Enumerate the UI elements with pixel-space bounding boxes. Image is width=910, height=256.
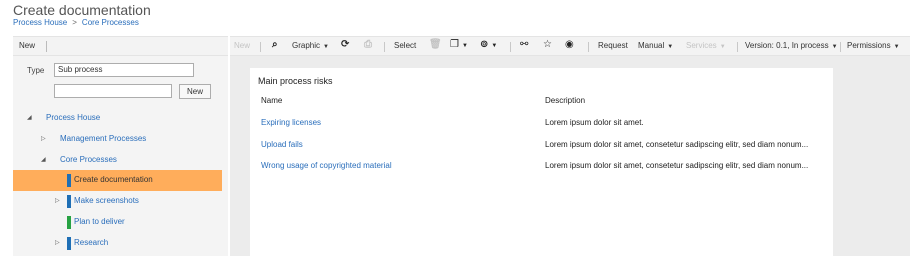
print-icon[interactable]: ⎙	[364, 39, 372, 50]
tree-item-make-screenshots[interactable]: ▷ Make screenshots	[13, 191, 228, 212]
tree-item-label: Core Processes	[60, 155, 117, 164]
services-dropdown[interactable]: Services ▼	[686, 41, 726, 50]
chevron-down-icon: ▼	[893, 44, 900, 50]
watch-icon[interactable]: ◉	[565, 39, 574, 50]
risk-link[interactable]: Expiring licenses	[261, 118, 321, 127]
collapsed-arrow-icon[interactable]: ▷	[55, 197, 60, 204]
process-color-marker	[67, 237, 71, 250]
version-label: Version: 0.1, In process	[745, 41, 829, 50]
toolbar-divider	[840, 42, 841, 52]
version-dropdown[interactable]: Version: 0.1, In process ▼	[745, 41, 838, 50]
expanded-arrow-icon[interactable]: ◢	[27, 114, 32, 121]
tree-item-create-documentation[interactable]: Create documentation	[13, 170, 222, 191]
main-toolbar: New ⌕ Graphic ▼ ⟳ ⎙ Select 🗑 ❐ ▼ ⊚ ▼ ⚯ ☆ ◉ …	[230, 36, 910, 56]
tree-item-plan-to-deliver[interactable]: Plan to deliver	[13, 212, 228, 233]
breadcrumb: Process House > Core Processes	[13, 18, 139, 27]
type-label: Type	[27, 66, 45, 75]
left-new-button[interactable]: New	[19, 41, 35, 50]
chevron-down-icon: ▼	[323, 44, 329, 50]
tree-item-core-processes[interactable]: ◢ Core Processes	[13, 150, 228, 171]
copy-icon[interactable]: ❐ ▼	[450, 39, 468, 50]
column-header-name: Name	[261, 96, 283, 105]
risk-description: Lorem ipsum dolor sit amet, consetetur s…	[545, 140, 809, 149]
breadcrumb-core-processes[interactable]: Core Processes	[82, 18, 139, 27]
process-color-marker	[67, 195, 71, 208]
left-pane: Type Sub process New ◢ Process House ▷ M…	[13, 56, 228, 256]
chevron-down-icon: ▼	[667, 44, 674, 50]
link-icon[interactable]: ⚯	[520, 39, 528, 50]
tree-item-research[interactable]: ▷ Research	[13, 233, 228, 254]
tree-item-process-house[interactable]: ◢ Process House	[13, 108, 228, 129]
search-icon[interactable]: ⌕	[272, 39, 278, 50]
toolbar-divider	[384, 42, 385, 52]
export-icon[interactable]: ⊚ ▼	[480, 39, 497, 50]
process-color-marker	[67, 174, 71, 187]
process-color-marker	[67, 216, 71, 229]
toolbar-divider	[260, 42, 261, 52]
expanded-arrow-icon[interactable]: ◢	[41, 156, 46, 163]
request-button[interactable]: Request	[598, 41, 628, 50]
risks-panel: Main process risks Name Description Expi…	[250, 68, 833, 256]
tree-item-label: Process House	[46, 113, 101, 122]
tree-item-label: Management Processes	[60, 134, 147, 143]
toolbar-divider	[737, 42, 738, 52]
type-field[interactable]: Sub process	[54, 63, 194, 77]
chevron-down-icon: ▼	[831, 44, 838, 50]
favorite-icon[interactable]: ☆	[543, 39, 552, 50]
tree-item-label: Make screenshots	[74, 196, 139, 205]
add-item-button[interactable]: New	[179, 84, 211, 99]
breadcrumb-separator: >	[72, 18, 77, 27]
manual-label: Manual	[638, 41, 665, 50]
toolbar-divider	[588, 42, 589, 52]
collapsed-arrow-icon[interactable]: ▷	[55, 239, 60, 246]
table-row: Wrong usage of copyrighted material Lore…	[250, 157, 833, 177]
risk-link[interactable]: Wrong usage of copyrighted material	[261, 161, 392, 170]
services-label: Services	[686, 41, 717, 50]
risk-description: Lorem ipsum dolor sit amet.	[545, 118, 644, 127]
toolbar-divider	[46, 41, 47, 52]
table-row: Upload fails Lorem ipsum dolor sit amet,…	[250, 136, 833, 156]
table-row: Expiring licenses Lorem ipsum dolor sit …	[250, 114, 833, 134]
graphic-label: Graphic	[292, 41, 321, 50]
left-toolbar: New ‹	[13, 36, 234, 56]
column-header-description: Description	[545, 96, 586, 105]
chevron-down-icon: ▼	[719, 44, 726, 50]
tree-item-label: Plan to deliver	[74, 217, 125, 226]
new-button[interactable]: New	[234, 41, 250, 50]
select-button[interactable]: Select	[394, 41, 416, 50]
toolbar-divider	[510, 42, 511, 52]
manual-dropdown[interactable]: Manual ▼	[638, 41, 673, 50]
refresh-icon[interactable]: ⟳	[341, 39, 349, 50]
permissions-dropdown[interactable]: Permissions ▼	[847, 41, 900, 50]
tree-item-management-processes[interactable]: ▷ Management Processes	[13, 129, 228, 150]
permissions-label: Permissions	[847, 41, 891, 50]
graphic-dropdown[interactable]: Graphic ▼	[292, 41, 329, 50]
collapsed-arrow-icon[interactable]: ▷	[41, 135, 46, 142]
risk-link[interactable]: Upload fails	[261, 140, 303, 149]
name-field[interactable]	[54, 84, 172, 98]
page-title: Create documentation	[13, 2, 151, 18]
panel-title: Main process risks	[258, 76, 333, 86]
breadcrumb-process-house[interactable]: Process House	[13, 18, 67, 27]
tree-item-label: Create documentation	[74, 175, 153, 184]
delete-icon[interactable]: 🗑	[429, 39, 442, 50]
page-header: Create documentation Process House > Core …	[0, 0, 910, 36]
tree-item-label: Research	[74, 238, 109, 247]
risk-description: Lorem ipsum dolor sit amet, consetetur s…	[545, 161, 809, 170]
